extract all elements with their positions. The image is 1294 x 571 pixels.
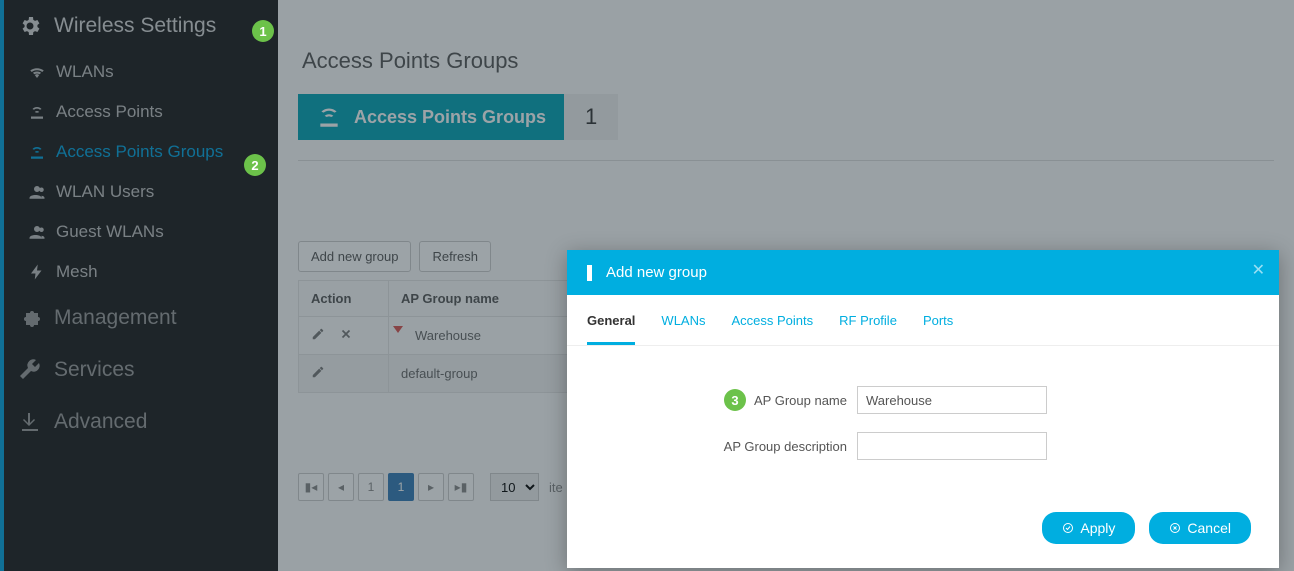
modal-tabs: General WLANs Access Points RF Profile P…	[567, 295, 1279, 346]
cancel-button[interactable]: Cancel	[1149, 512, 1251, 544]
tab-wlans[interactable]: WLANs	[661, 313, 705, 345]
add-group-modal: Add new group ✕ General WLANs Access Poi…	[567, 250, 1279, 568]
ap-group-name-label: 3 AP Group name	[597, 389, 857, 411]
modal-header-accent	[587, 265, 592, 281]
modal-title: Add new group	[606, 264, 707, 281]
ap-group-desc-input[interactable]	[857, 432, 1047, 460]
ap-group-desc-label: AP Group description	[597, 439, 857, 454]
apply-button[interactable]: Apply	[1042, 512, 1135, 544]
tab-ports[interactable]: Ports	[923, 313, 953, 345]
apply-label: Apply	[1080, 520, 1115, 536]
tab-general[interactable]: General	[587, 313, 635, 345]
modal-header: Add new group ✕	[567, 250, 1279, 295]
annotation-badge-2: 2	[244, 154, 266, 176]
close-icon[interactable]: ✕	[1252, 260, 1265, 280]
check-circle-icon	[1062, 522, 1074, 534]
cancel-label: Cancel	[1187, 520, 1231, 536]
modal-body: 3 AP Group name AP Group description	[567, 346, 1279, 498]
annotation-badge-1: 1	[252, 20, 274, 42]
label-text: AP Group name	[754, 393, 847, 408]
tab-access-points[interactable]: Access Points	[731, 313, 813, 345]
modal-footer: Apply Cancel	[567, 498, 1279, 568]
ap-group-name-input[interactable]	[857, 386, 1047, 414]
tab-rf-profile[interactable]: RF Profile	[839, 313, 897, 345]
annotation-badge-3: 3	[724, 389, 746, 411]
x-circle-icon	[1169, 522, 1181, 534]
